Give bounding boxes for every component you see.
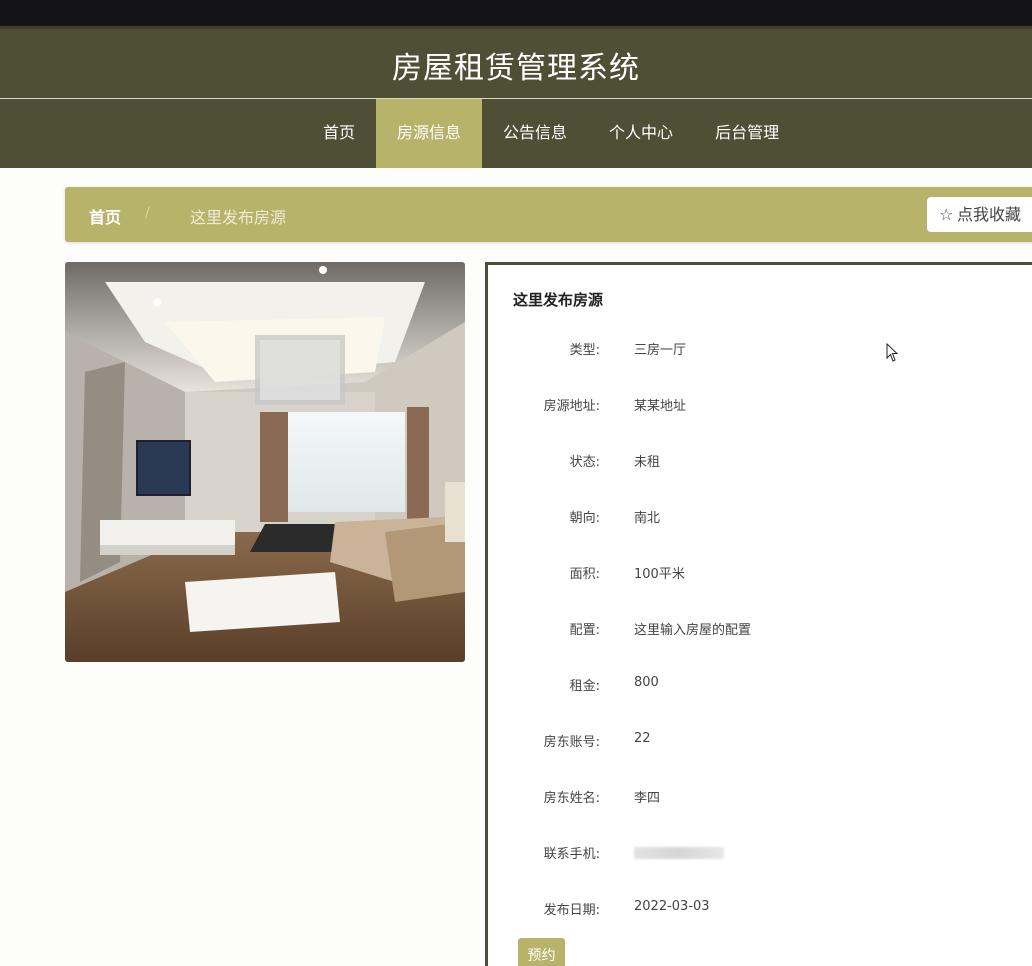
star-icon: ☆ <box>939 205 954 224</box>
field-value-rent: 800 <box>634 675 659 690</box>
site-title: 房屋租赁管理系统 <box>392 51 640 86</box>
field-row-phone: 联系手机: <box>488 843 1028 863</box>
field-row-orientation: 朝向: 南北 <box>488 507 1028 527</box>
field-row-publish-date: 发布日期: 2022-03-03 <box>488 899 1028 919</box>
house-detail-panel: 这里发布房源 类型: 三房一厅 房源地址: 某某地址 状态: 未租 朝向: 南北… <box>485 262 1032 966</box>
field-label-area: 面积: <box>569 567 600 582</box>
field-value-landlord-name: 李四 <box>634 791 661 806</box>
nav-item-announcements[interactable]: 公告信息 <box>482 99 588 168</box>
field-row-status: 状态: 未租 <box>488 451 1028 471</box>
breadcrumb: 首页 / 这里发布房源 ☆ 点我收藏 <box>65 187 1032 242</box>
field-row-area: 面积: 100平米 <box>488 563 1028 583</box>
field-row-type: 类型: 三房一厅 <box>488 339 1028 359</box>
field-value-publish-date: 2022-03-03 <box>634 899 710 914</box>
field-label-rent: 租金: <box>569 679 600 694</box>
field-value-landlord-account: 22 <box>634 731 651 746</box>
field-value-status: 未租 <box>634 455 661 470</box>
field-value-orientation: 南北 <box>634 511 661 526</box>
field-label-landlord-name: 房东姓名: <box>543 791 600 806</box>
nav-item-home[interactable]: 首页 <box>302 99 376 168</box>
field-label-config: 配置: <box>569 623 600 638</box>
mouse-cursor-icon <box>886 343 899 362</box>
redacted-phone-placeholder <box>634 847 724 859</box>
main-nav: 首页 房源信息 公告信息 个人中心 后台管理 <box>0 99 1032 168</box>
nav-item-profile[interactable]: 个人中心 <box>588 99 694 168</box>
book-button[interactable]: 预约 <box>518 938 565 966</box>
favorite-button-label: 点我收藏 <box>957 205 1022 224</box>
breadcrumb-separator: / <box>145 205 150 221</box>
field-row-rent: 租金: 800 <box>488 675 1028 695</box>
field-label-status: 状态: <box>569 455 600 470</box>
breadcrumb-home-link[interactable]: 首页 <box>89 204 121 228</box>
field-label-publish-date: 发布日期: <box>543 903 600 918</box>
nav-item-admin[interactable]: 后台管理 <box>694 99 800 168</box>
field-label-phone: 联系手机: <box>543 847 600 862</box>
detail-title: 这里发布房源 <box>513 291 604 309</box>
house-photo <box>65 262 465 662</box>
breadcrumb-current: 这里发布房源 <box>190 208 287 227</box>
nav-item-listings[interactable]: 房源信息 <box>376 99 483 168</box>
field-label-address: 房源地址: <box>543 399 600 414</box>
field-row-landlord-name: 房东姓名: 李四 <box>488 787 1028 807</box>
living-room-image <box>65 262 465 662</box>
favorite-button[interactable]: ☆ 点我收藏 <box>927 197 1032 232</box>
site-header: 房屋租赁管理系统 <box>0 26 1032 98</box>
field-row-config: 配置: 这里输入房屋的配置 <box>488 619 1028 639</box>
field-value-area: 100平米 <box>634 567 685 582</box>
field-row-landlord-account: 房东账号: 22 <box>488 731 1028 751</box>
window-top-bar <box>0 0 1032 26</box>
field-label-type: 类型: <box>569 343 600 358</box>
field-label-landlord-account: 房东账号: <box>543 735 600 750</box>
field-value-config: 这里输入房屋的配置 <box>634 623 752 638</box>
field-value-phone-redacted <box>634 843 724 863</box>
field-value-address: 某某地址 <box>634 399 687 414</box>
field-row-address: 房源地址: 某某地址 <box>488 395 1028 415</box>
field-value-type: 三房一厅 <box>634 343 687 358</box>
field-label-orientation: 朝向: <box>569 511 600 526</box>
